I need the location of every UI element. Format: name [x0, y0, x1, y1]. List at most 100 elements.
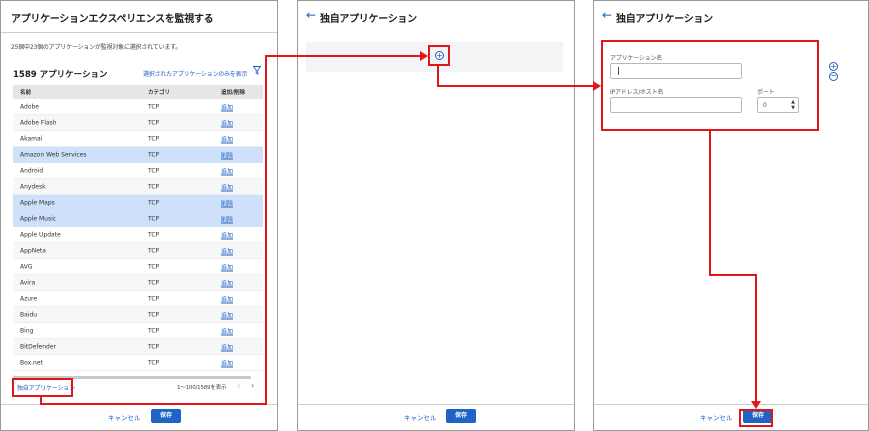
app-category-cell: TCP: [148, 183, 160, 190]
app-name-cell: Anydesk: [20, 183, 46, 190]
table-row[interactable]: Anydesk TCP 追加: [13, 179, 263, 195]
add-remove-link[interactable]: 追加: [221, 262, 233, 271]
app-name-label: アプリケーション名: [610, 55, 663, 62]
app-category-cell: TCP: [148, 103, 160, 110]
add-remove-link[interactable]: 追加: [221, 166, 233, 175]
add-remove-link[interactable]: 追加: [221, 326, 233, 335]
ip-host-input[interactable]: [610, 97, 742, 113]
custom-app-link[interactable]: 独自アプリケーション: [17, 383, 75, 392]
annotation-arrow: [265, 55, 422, 57]
annotation-arrow: [709, 274, 757, 276]
add-remove-link[interactable]: 追加: [221, 118, 233, 127]
cancel-button[interactable]: キャンセル: [700, 412, 733, 422]
horizontal-scrollbar[interactable]: [13, 376, 251, 379]
annotation-arrow: [437, 65, 439, 87]
add-remove-link[interactable]: 追加: [221, 102, 233, 111]
arrowhead-icon: [751, 401, 761, 409]
add-icon[interactable]: +: [829, 62, 838, 71]
page-title: アプリケーションエクスペリエンスを監視する: [11, 14, 214, 25]
footer-divider: [594, 404, 868, 405]
save-button[interactable]: 保存: [446, 409, 476, 423]
table-row[interactable]: AVG TCP 追加: [13, 259, 263, 275]
pagination-range: 1～100/1589を表示: [177, 385, 227, 391]
show-selected-only-link[interactable]: 選択されたアプリケーションのみを表示: [143, 69, 247, 78]
add-remove-link[interactable]: 削除: [221, 198, 233, 207]
add-remove-link[interactable]: 削除: [221, 214, 233, 223]
app-name-cell: Apple Maps: [20, 199, 55, 206]
table-row[interactable]: Adobe Flash TCP 追加: [13, 115, 263, 131]
add-remove-link[interactable]: 追加: [221, 294, 233, 303]
col-name-header[interactable]: 名前: [20, 88, 31, 96]
page-title: 独自アプリケーション: [616, 14, 713, 25]
table-row[interactable]: BitDefender TCP 追加: [13, 339, 263, 355]
arrowhead-icon: [593, 81, 601, 91]
app-name-cell: Apple Update: [20, 231, 61, 238]
back-arrow-icon[interactable]: ←: [602, 8, 612, 22]
app-category-cell: TCP: [148, 311, 160, 318]
table-row[interactable]: Amazon Web Services TCP 削除: [13, 147, 263, 163]
app-name-cell: Apple Music: [20, 215, 57, 222]
table-row[interactable]: Avira TCP 追加: [13, 275, 263, 291]
table-row[interactable]: Akamai TCP 追加: [13, 131, 263, 147]
table-row[interactable]: AppNeta TCP 追加: [13, 243, 263, 259]
save-button[interactable]: 保存: [743, 409, 773, 423]
port-value: 0: [763, 102, 767, 109]
add-remove-link[interactable]: 削除: [221, 150, 233, 159]
next-page-icon[interactable]: ›: [251, 381, 254, 390]
app-category-cell: TCP: [148, 167, 160, 174]
table-row[interactable]: Azure TCP 追加: [13, 291, 263, 307]
add-icon[interactable]: +: [435, 51, 444, 60]
table-row[interactable]: Android TCP 追加: [13, 163, 263, 179]
cancel-button[interactable]: キャンセル: [108, 412, 141, 422]
app-category-cell: TCP: [148, 119, 160, 126]
port-label: ポート: [757, 89, 775, 96]
spinner-icon[interactable]: ▲ ▼: [791, 99, 795, 111]
add-remove-link[interactable]: 追加: [221, 342, 233, 351]
table-row[interactable]: Bing TCP 追加: [13, 323, 263, 339]
app-name-cell: BitDefender: [20, 343, 57, 350]
app-category-cell: TCP: [148, 295, 160, 302]
col-action-header: 追加/削除: [221, 90, 246, 96]
filter-icon[interactable]: [252, 66, 262, 78]
app-table: 名前 カテゴリ 追加/削除 Adobe TCP 追加 Adobe Flash TCP 追加…: [13, 85, 263, 371]
annotation-arrow: [40, 403, 267, 405]
table-row[interactable]: Box.net TCP 追加: [13, 355, 263, 371]
add-remove-link[interactable]: 追加: [221, 182, 233, 191]
app-name-cell: AppNeta: [20, 247, 46, 254]
app-name-cell: Bing: [20, 327, 34, 334]
table-header: 名前 カテゴリ 追加/削除: [13, 85, 263, 99]
app-category-cell: TCP: [148, 359, 160, 366]
col-category-header[interactable]: カテゴリ: [148, 88, 170, 96]
prev-page-icon[interactable]: ‹: [237, 381, 240, 390]
table-row[interactable]: Apple Maps TCP 削除: [13, 195, 263, 211]
app-category-cell: TCP: [148, 327, 160, 334]
arrowhead-icon: [420, 51, 428, 61]
port-stepper[interactable]: 0 ▲ ▼: [757, 97, 799, 113]
add-remove-link[interactable]: 追加: [221, 358, 233, 367]
app-name-cell: Box.net: [20, 359, 43, 366]
back-arrow-icon[interactable]: ←: [306, 8, 316, 22]
cancel-button[interactable]: キャンセル: [404, 412, 437, 422]
app-name-input[interactable]: [610, 63, 742, 79]
annotation-arrow: [265, 55, 267, 405]
divider: [1, 32, 277, 33]
add-remove-link[interactable]: 追加: [221, 310, 233, 319]
app-name-cell: Android: [20, 167, 44, 174]
add-remove-link[interactable]: 追加: [221, 134, 233, 143]
app-category-cell: TCP: [148, 263, 160, 270]
add-remove-link[interactable]: 追加: [221, 246, 233, 255]
app-name-cell: Azure: [20, 295, 38, 302]
app-category-cell: TCP: [148, 231, 160, 238]
app-category-cell: TCP: [148, 247, 160, 254]
app-name-cell: Akamai: [20, 135, 43, 142]
table-row[interactable]: Apple Update TCP 追加: [13, 227, 263, 243]
add-remove-link[interactable]: 追加: [221, 230, 233, 239]
table-row[interactable]: Baidu TCP 追加: [13, 307, 263, 323]
save-button[interactable]: 保存: [151, 409, 181, 423]
table-row[interactable]: Adobe TCP 追加: [13, 99, 263, 115]
remove-icon[interactable]: −: [829, 72, 838, 81]
add-remove-link[interactable]: 追加: [221, 278, 233, 287]
table-row[interactable]: Apple Music TCP 削除: [13, 211, 263, 227]
custom-app-form-panel: ← 独自アプリケーション アプリケーション名 IPアドレス/ホスト名 ポート 0…: [593, 0, 869, 431]
app-category-cell: TCP: [148, 199, 160, 206]
